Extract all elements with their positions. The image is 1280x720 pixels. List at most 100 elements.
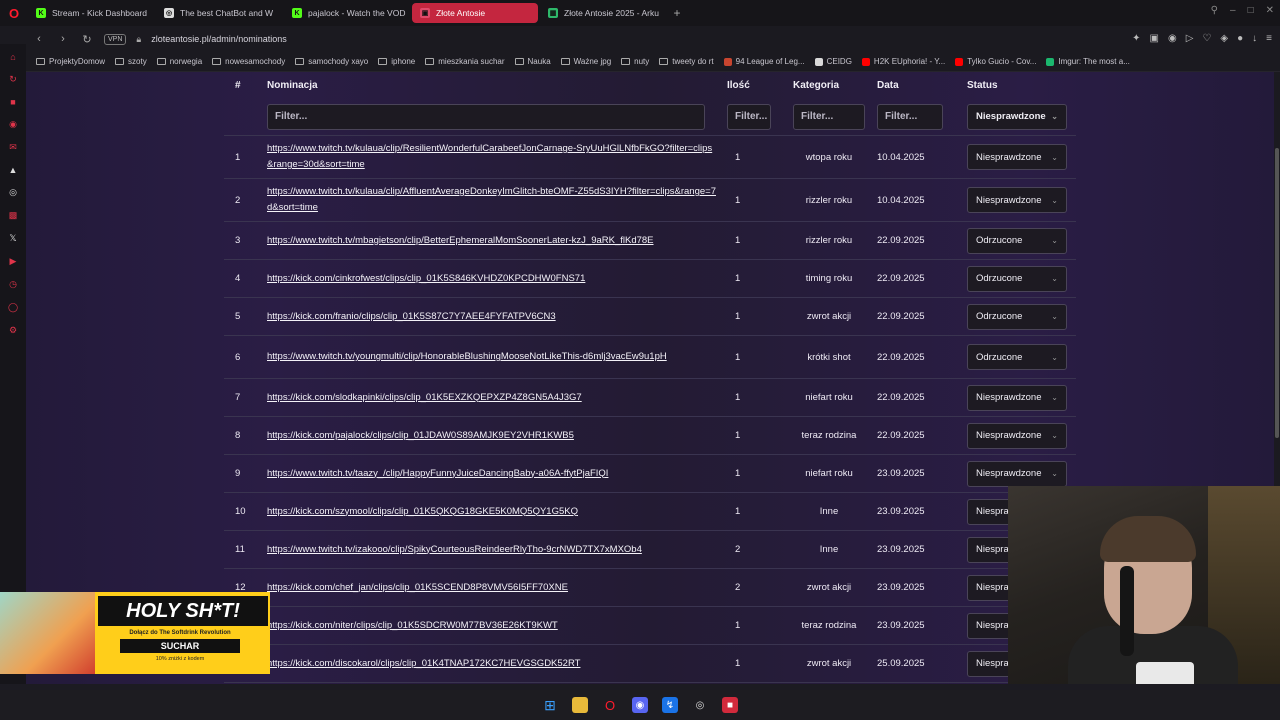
scrollbar-thumb[interactable] [1275,148,1279,438]
settings-icon[interactable]: ⚙ [6,325,20,336]
data-filter-input[interactable]: Filter... [877,103,943,130]
bag-icon[interactable]: ■ [6,97,20,107]
nomination-link[interactable]: https://www.twitch.tv/mbagietson/clip/Be… [267,235,654,246]
screenshot-icon[interactable]: ▣ [1150,33,1159,44]
extensions-icon[interactable]: ◈ [1220,33,1228,44]
nomination-link[interactable]: https://www.twitch.tv/taazy_/clip/HappyF… [267,468,608,479]
nomination-link[interactable]: https://kick.com/szymool/clips/clip_01K5… [267,506,578,517]
header-ilosc[interactable]: Ilość [727,80,793,91]
nomination-link[interactable]: https://www.twitch.tv/youngmulti/clip/Ho… [267,351,667,362]
status-select[interactable]: Odrzucone ⌄ [967,303,1067,330]
nomination-link[interactable]: https://www.twitch.tv/kulaua/clip/Afflue… [267,186,716,213]
nominacja-filter-input[interactable]: Filter... [267,103,705,130]
pin-icon[interactable]: ✦ [1132,33,1140,44]
status-filter-select[interactable]: Niesprawdzone ⌄ [967,103,1067,130]
nomination-link[interactable]: https://www.twitch.tv/kulaua/clip/Resili… [267,143,712,170]
whatsapp-icon[interactable]: ◎ [6,187,20,198]
bookmark-item[interactable]: mieszkania suchar [425,57,505,66]
close-icon[interactable]: ✕ [1266,5,1274,16]
maximize-icon[interactable]: □ [1248,5,1254,16]
play-icon[interactable]: ▷ [1186,33,1194,44]
bookmark-item[interactable]: nuty [621,57,649,66]
status-select[interactable]: Odrzucone ⌄ [967,265,1067,292]
status-select[interactable]: Niesprawdzone ⌄ [967,144,1067,170]
media-app-icon[interactable]: ■ [722,697,738,713]
nomination-cell: https://kick.com/slodkapinki/clips/clip_… [267,390,727,406]
header-data[interactable]: Data [877,80,967,91]
opera-logo-icon[interactable]: O [0,0,28,26]
nomination-link[interactable]: https://kick.com/franio/clips/clip_01K5S… [267,311,556,322]
x-icon[interactable]: 𝕏 [6,233,20,244]
nominations-table: # Nominacja Ilość Kategoria Data Status … [224,72,1076,683]
nomination-cell: https://www.twitch.tv/izakooo/clip/Spiky… [267,542,727,558]
messenger-taskbar-icon[interactable]: ↯ [662,697,678,713]
status-select[interactable]: Odrzucone ⌄ [967,227,1067,254]
obs-icon[interactable]: ◎ [692,697,708,713]
nomination-link[interactable]: https://www.twitch.tv/izakooo/clip/Spiky… [267,544,642,555]
bookmark-item[interactable]: samochody xayo [295,57,368,66]
windows-start-icon[interactable]: ⊞ [542,697,558,713]
mail-icon[interactable]: ✉ [6,142,20,153]
discord-icon[interactable]: ◉ [632,697,648,713]
table-row: 10 https://kick.com/szymool/clips/clip_01… [224,493,1076,531]
new-tab-button[interactable]: + [668,6,686,20]
aria-icon[interactable]: ▲ [6,165,20,175]
status-select[interactable]: Niesprawdzone ⌄ [967,187,1067,213]
bookmark-item[interactable]: nowesamochody [212,57,285,66]
url-field[interactable]: zloteantosie.pl/admin/nominations [151,34,287,44]
browser-tab[interactable]: Kpajalock - Watch the VOD [284,3,410,23]
browser-tab[interactable]: ▦ Złote Antosie 2025 - Arku [540,3,666,23]
bookmark-item[interactable]: CEIDG [814,57,852,66]
minimize-icon[interactable]: – [1230,5,1236,16]
file-explorer-icon[interactable] [572,697,588,713]
kategoria-filter-input[interactable]: Filter... [793,103,865,130]
bookmark-item[interactable]: Imgur: The most a... [1046,57,1130,66]
status-select[interactable]: Odrzucone ⌄ [967,344,1067,370]
bookmark-item[interactable]: H2K EUphoria! - Y... [861,57,945,66]
site-favicon-icon [955,57,964,66]
home-icon[interactable]: ⌂ [6,52,20,62]
player-icon[interactable]: ▶ [6,256,20,267]
heart-icon[interactable]: ♡ [1202,33,1211,44]
bookmark-item[interactable]: Tylko Gucio - Cov... [955,57,1036,66]
clock-icon[interactable]: ◷ [6,279,20,290]
history-icon[interactable]: ↻ [6,74,20,85]
status-select[interactable]: Niesprawdzone ⌄ [967,460,1067,487]
browser-tab[interactable]: ▣ Złote Antosie [412,3,538,23]
bookmark-item[interactable]: norwegia [156,57,202,66]
bookmark-item[interactable]: szoty [115,57,147,66]
bookmark-item[interactable]: tweety do rt [659,57,714,66]
bookmark-item[interactable]: ProjektyDomow [36,57,105,66]
header-kategoria[interactable]: Kategoria [793,80,877,91]
search-icon[interactable]: ⚲ [1211,5,1218,16]
bookmark-item[interactable]: iphone [378,57,415,66]
messenger-icon[interactable]: ◉ [6,119,20,130]
bookmark-item[interactable]: 94 League of Leg... [723,57,805,66]
nomination-link[interactable]: https://kick.com/slodkapinki/clips/clip_… [267,392,582,403]
back-button[interactable]: ‹ [32,33,46,45]
reload-button[interactable]: ↻ [80,33,94,46]
status-select[interactable]: Niesprawdzone ⌄ [967,384,1067,411]
ilosc-filter-input[interactable]: Filter... [727,103,771,130]
download-icon[interactable]: ↓ [1252,33,1257,44]
nomination-link[interactable]: https://kick.com/discokarol/clips/clip_0… [267,658,580,669]
nomination-link[interactable]: https://kick.com/cinkrofwest/clips/clip_… [267,273,585,284]
vpn-badge[interactable]: VPN [104,33,127,45]
nomination-link[interactable]: https://kick.com/niter/clips/clip_01K5SD… [267,620,558,631]
browser-tab[interactable]: ◎ The best ChatBot and W [156,3,282,23]
header-status[interactable]: Status [967,80,1076,91]
forward-button[interactable]: › [56,33,70,45]
shield-icon[interactable]: ◉ [1168,33,1177,44]
status-select[interactable]: Niesprawdzone ⌄ [967,422,1067,449]
menu-icon[interactable]: ≡ [1266,33,1272,44]
twitch-icon[interactable]: ▩ [6,210,20,221]
bookmark-item[interactable]: Nauka [514,57,551,66]
nomination-link[interactable]: https://kick.com/chef_jan/clips/clip_01K… [267,582,568,593]
pinboard-icon[interactable]: ◯ [6,302,20,313]
browser-tab[interactable]: K Stream - Kick Dashboard [28,3,154,23]
bookmark-item[interactable]: Ważne jpg [560,57,611,66]
opera-taskbar-icon[interactable]: O [602,697,618,713]
nomination-link[interactable]: https://kick.com/pajalock/clips/clip_01J… [267,430,574,441]
header-nominacja[interactable]: Nominacja [267,80,727,91]
profile-icon[interactable]: ● [1237,33,1243,44]
